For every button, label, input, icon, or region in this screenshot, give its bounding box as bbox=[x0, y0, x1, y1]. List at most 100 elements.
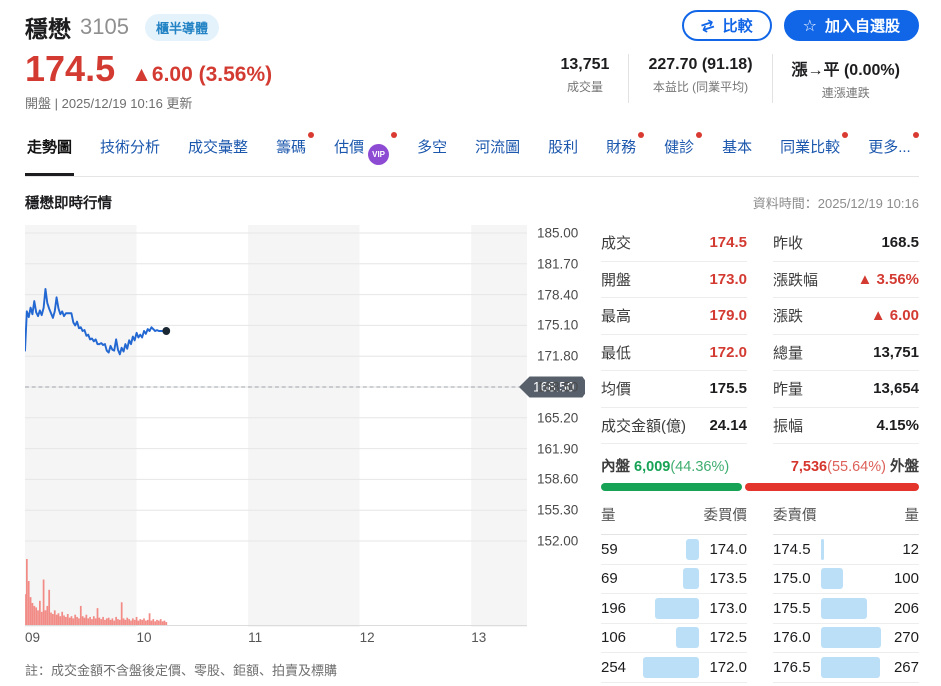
market-category-badge[interactable]: 櫃半導體 bbox=[145, 14, 219, 41]
sell-qty: 100 bbox=[885, 570, 919, 587]
quote-stat-row: 成交金額(億)24.14 bbox=[601, 408, 747, 445]
volume-bar bbox=[160, 619, 162, 625]
tab-技術分析[interactable]: 技術分析 bbox=[98, 127, 162, 176]
volume-bar bbox=[139, 619, 141, 625]
tab-基本[interactable]: 基本 bbox=[720, 127, 754, 176]
buy-volume-bar bbox=[655, 598, 699, 619]
y-axis-label: 171.80 bbox=[537, 349, 578, 364]
volume-bar bbox=[106, 618, 108, 625]
y-axis-label: 161.90 bbox=[537, 441, 578, 456]
buy-volume-bar bbox=[643, 657, 699, 678]
tab-更多...[interactable]: 更多... bbox=[866, 127, 913, 176]
volume-bar bbox=[110, 620, 112, 625]
quote-stat-label: 漲跌 bbox=[773, 305, 803, 326]
quick-stat-label: 本益比 (同業平均) bbox=[648, 78, 752, 95]
sell-bar-wrap bbox=[821, 598, 881, 619]
buy-bar-wrap bbox=[639, 568, 699, 589]
volume-bar bbox=[95, 618, 97, 625]
order-book-buy-row[interactable]: 69 173.5 bbox=[601, 565, 747, 595]
volume-bar bbox=[26, 559, 28, 625]
volume-bar bbox=[128, 619, 130, 625]
volume-bar bbox=[108, 618, 110, 625]
order-book-sell-row[interactable]: 176.5267 bbox=[773, 653, 919, 683]
section-row: 穩懋即時行情 資料時間：2025/12/19 10:16 bbox=[25, 192, 919, 213]
quote-stat-row: 振幅4.15% bbox=[773, 408, 919, 445]
tab-籌碼[interactable]: 籌碼 bbox=[274, 127, 308, 176]
stock-title: 穩懋 3105 櫃半導體 bbox=[25, 10, 219, 44]
buy-price: 173.5 bbox=[703, 570, 747, 587]
tab-河流圖[interactable]: 河流圖 bbox=[473, 127, 522, 176]
quote-stat-value: ▲ 6.00 bbox=[871, 307, 919, 324]
inner-volume: 內盤 6,009(44.36%) bbox=[601, 455, 729, 476]
tab-股利[interactable]: 股利 bbox=[546, 127, 580, 176]
quote-stat-value: 13,751 bbox=[873, 344, 919, 361]
compare-button[interactable]: ⇄ 比較 bbox=[682, 10, 771, 41]
intraday-chart-svg[interactable] bbox=[25, 225, 527, 627]
volume-bar bbox=[46, 606, 48, 625]
volume-bar bbox=[67, 614, 69, 625]
order-book-sell-row[interactable]: 175.0100 bbox=[773, 565, 919, 595]
tab-同業比較[interactable]: 同業比較 bbox=[778, 127, 842, 176]
buy-bar-wrap bbox=[639, 598, 699, 619]
order-book-buy-row[interactable]: 59174.0 bbox=[601, 535, 747, 565]
inner-bar bbox=[601, 483, 742, 491]
tab-健診[interactable]: 健診 bbox=[662, 127, 696, 176]
volume-bar bbox=[74, 615, 76, 625]
volume-bar bbox=[136, 617, 138, 625]
volume-bar bbox=[69, 618, 71, 625]
sell-volume-bar bbox=[821, 598, 867, 619]
y-axis-label: 185.00 bbox=[537, 226, 578, 241]
tab-財務[interactable]: 財務 bbox=[604, 127, 638, 176]
volume-bar bbox=[119, 620, 121, 625]
volume-bar bbox=[149, 613, 151, 625]
tab-成交彙整[interactable]: 成交彙整 bbox=[186, 127, 250, 176]
add-watchlist-button[interactable]: ☆ 加入自選股 bbox=[784, 10, 919, 41]
order-book-buy-row[interactable]: 196173.0 bbox=[601, 594, 747, 624]
quick-stat-value: 13,751 bbox=[561, 56, 610, 74]
stock-quote-page: 穩懋 3105 櫃半導體 ⇄ 比較 ☆ 加入自選股 174.5 ▲6.00 (3… bbox=[0, 0, 941, 686]
volume-bar bbox=[71, 616, 73, 625]
col-buy-price: 委買價 bbox=[704, 504, 748, 525]
buy-qty: 69 bbox=[601, 570, 635, 587]
buy-volume-bar bbox=[676, 627, 699, 648]
volume-bar bbox=[82, 616, 84, 625]
price-block: 174.5 ▲6.00 (3.56%) 開盤 | 2025/12/19 10:1… bbox=[25, 48, 272, 112]
sell-qty: 267 bbox=[885, 659, 919, 676]
order-book-buy-row[interactable]: 106172.5 bbox=[601, 624, 747, 654]
x-axis-label: 10 bbox=[137, 630, 152, 645]
notification-dot-icon bbox=[308, 132, 314, 138]
volume-bar bbox=[41, 612, 43, 625]
volume-bar bbox=[152, 619, 154, 625]
quote-stat-row: 漲跌 ▲ 6.00 bbox=[773, 298, 919, 335]
quote-stat-label: 均價 bbox=[601, 378, 631, 399]
quick-stat-0: 13,751成交量 bbox=[542, 54, 629, 103]
sell-price: 174.5 bbox=[773, 541, 817, 558]
volume-bar bbox=[61, 612, 63, 625]
tab-多空[interactable]: 多空 bbox=[415, 127, 449, 176]
tab-估價[interactable]: 估價VIP bbox=[332, 127, 391, 176]
intraday-chart: 168.50 185.00181.70178.40175.10171.80168… bbox=[25, 225, 587, 686]
volume-bar bbox=[104, 620, 106, 625]
volume-bar bbox=[56, 615, 58, 625]
order-book-buy-row[interactable]: 254172.0 bbox=[601, 653, 747, 683]
buy-qty: 196 bbox=[601, 600, 635, 617]
quick-stat-value: 漲→平 (0.00%) bbox=[792, 56, 900, 80]
volume-bar bbox=[43, 580, 45, 625]
notification-dot-icon bbox=[913, 132, 919, 138]
order-book: 59174.0 174.512 69 173.5 175.0100 196173.0 175… bbox=[601, 535, 919, 683]
tab-走勢圖[interactable]: 走勢圖 bbox=[25, 127, 74, 176]
volume-bar bbox=[59, 616, 61, 625]
quote-stat-value: 13,654 bbox=[873, 380, 919, 397]
quote-stat-row: 最高179.0 bbox=[601, 298, 747, 335]
sell-price: 175.5 bbox=[773, 600, 817, 617]
y-axis-label: 178.40 bbox=[537, 287, 578, 302]
volume-bar bbox=[162, 621, 164, 625]
volume-bar bbox=[151, 621, 153, 625]
order-book-sell-row[interactable]: 176.0270 bbox=[773, 624, 919, 654]
quote-stats: 成交174.5昨收168.5開盤173.0漲跌幅▲ 3.56%最高179.0漲跌… bbox=[601, 225, 919, 444]
notification-dot-icon bbox=[638, 132, 644, 138]
order-book-sell-row[interactable]: 175.5206 bbox=[773, 594, 919, 624]
order-book-sell-row[interactable]: 174.512 bbox=[773, 535, 919, 565]
buy-price: 174.0 bbox=[703, 541, 747, 558]
price-row: 174.5 ▲6.00 (3.56%) 開盤 | 2025/12/19 10:1… bbox=[25, 48, 919, 112]
